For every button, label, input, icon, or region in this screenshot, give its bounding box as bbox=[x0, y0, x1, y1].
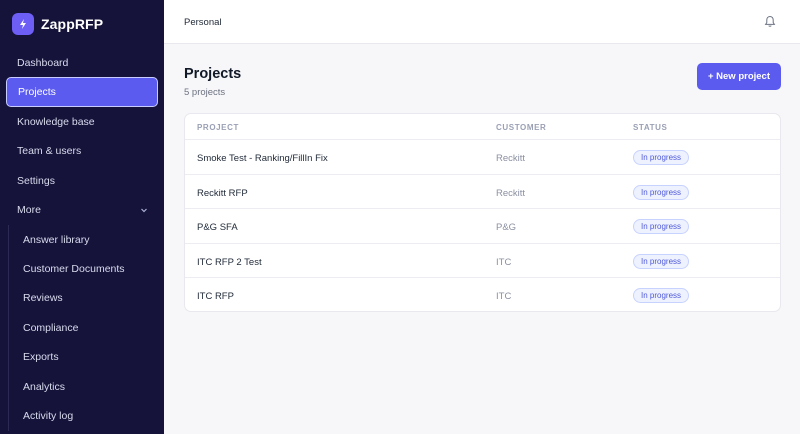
sidebar-item-label: Compliance bbox=[23, 321, 79, 334]
bolt-icon bbox=[12, 13, 34, 35]
project-name[interactable]: Reckitt RFP bbox=[197, 188, 248, 199]
new-project-button[interactable]: + New project bbox=[697, 63, 781, 90]
main-content: Projects 5 projects + New project PROJEC… bbox=[164, 44, 800, 434]
page-title: Projects bbox=[184, 66, 242, 82]
topbar: Personal bbox=[164, 0, 800, 44]
sidebar-item-analytics[interactable]: Analytics bbox=[9, 372, 164, 401]
sidebar-item-reviews[interactable]: Reviews bbox=[9, 284, 164, 313]
sidebar-item-label: Dashboard bbox=[17, 56, 69, 69]
chevron-down-icon bbox=[140, 205, 148, 217]
column-header-customer[interactable]: CUSTOMER bbox=[496, 123, 546, 132]
customer-name: ITC bbox=[496, 291, 512, 303]
customer-name: Reckitt bbox=[496, 187, 526, 199]
sidebar-item-customer-documents[interactable]: Customer Documents bbox=[9, 254, 164, 283]
project-name[interactable]: P&G SFA bbox=[197, 222, 238, 233]
sidebar-item-label: Activity log bbox=[23, 409, 74, 422]
column-header-project[interactable]: PROJECT bbox=[197, 123, 239, 132]
bell-icon[interactable] bbox=[764, 15, 776, 33]
table-row[interactable]: ITC RFP ITC In progress bbox=[185, 278, 780, 311]
sidebar-item-answer-library[interactable]: Answer library bbox=[9, 225, 164, 254]
table-row[interactable]: Reckitt RFP Reckitt In progress bbox=[185, 175, 780, 210]
table-header: PROJECT CUSTOMER STATUS bbox=[185, 114, 780, 140]
table-row[interactable]: Smoke Test - Ranking/FillIn Fix Reckitt … bbox=[185, 140, 780, 175]
sidebar-item-exports[interactable]: Exports bbox=[9, 343, 164, 372]
sidebar-item-activity-log[interactable]: Activity log bbox=[9, 401, 164, 430]
brand-name: ZappRFP bbox=[41, 16, 104, 32]
sidebar-item-label: Analytics bbox=[23, 380, 66, 393]
workspace-name[interactable]: Personal bbox=[184, 17, 222, 28]
sidebar-item-compliance[interactable]: Compliance bbox=[9, 313, 164, 342]
customer-name: Reckitt bbox=[496, 153, 526, 164]
sidebar-item-label: Reviews bbox=[23, 292, 63, 305]
sidebar-item-label: More bbox=[17, 204, 41, 217]
status-badge: In progress bbox=[633, 184, 690, 200]
sidebar-item-settings[interactable]: Settings bbox=[0, 166, 164, 195]
sidebar-item-label: Exports bbox=[23, 351, 59, 364]
sidebar: ZappRFP Dashboard Projects Knowledge bas… bbox=[0, 0, 164, 434]
status-badge: In progress bbox=[633, 150, 690, 165]
sidebar-item-label: Answer library bbox=[23, 233, 90, 246]
table-row[interactable]: ITC RFP 2 Test ITC In progress bbox=[185, 244, 780, 279]
sidebar-item-label: Settings bbox=[17, 174, 55, 187]
sidebar-item-label: Customer Documents bbox=[23, 263, 125, 276]
project-name[interactable]: ITC RFP bbox=[197, 291, 234, 302]
sidebar-item-label: Team & users bbox=[17, 145, 82, 158]
column-header-status[interactable]: STATUS bbox=[633, 123, 667, 132]
sidebar-item-knowledge-base[interactable]: Knowledge base bbox=[0, 107, 164, 136]
sidebar-item-projects[interactable]: Projects bbox=[6, 77, 158, 108]
sidebar-item-more[interactable]: More bbox=[0, 196, 164, 225]
status-badge: In progress bbox=[633, 288, 690, 304]
project-count: 5 projects bbox=[184, 87, 226, 98]
sidebar-item-dashboard[interactable]: Dashboard bbox=[0, 48, 164, 77]
status-badge: In progress bbox=[633, 219, 690, 235]
sidebar-item-label: Projects bbox=[18, 86, 56, 99]
status-badge: In progress bbox=[633, 253, 690, 269]
projects-table: PROJECT CUSTOMER STATUS Smoke Test - Ran… bbox=[184, 113, 781, 312]
sidebar-item-label: Knowledge base bbox=[17, 116, 95, 129]
project-name[interactable]: ITC RFP 2 Test bbox=[197, 257, 262, 268]
more-submenu: Answer library Customer Documents Review… bbox=[8, 224, 164, 431]
customer-name: P&G bbox=[496, 222, 517, 234]
sidebar-item-team-users[interactable]: Team & users bbox=[0, 137, 164, 166]
customer-name: ITC bbox=[496, 256, 512, 268]
table-row[interactable]: P&G SFA P&G In progress bbox=[185, 209, 780, 244]
project-name[interactable]: Smoke Test - Ranking/FillIn Fix bbox=[197, 153, 328, 164]
sidebar-nav: Dashboard Projects Knowledge base Team &… bbox=[0, 48, 164, 431]
brand[interactable]: ZappRFP bbox=[12, 12, 103, 36]
